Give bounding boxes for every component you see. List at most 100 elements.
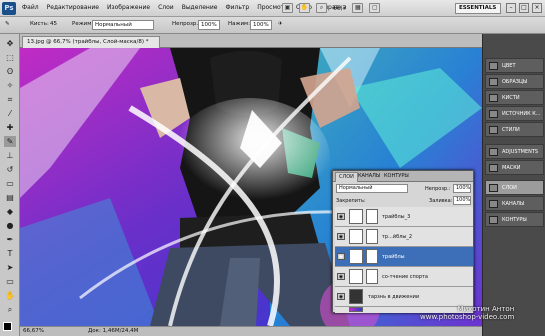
brush-size[interactable]: 45 — [50, 21, 57, 27]
path-select-icon[interactable]: ➤ — [4, 262, 16, 273]
layer-row[interactable]: ◉ тарзнь в движении — [335, 287, 473, 307]
marquee-tool-icon[interactable]: ⬚ — [4, 52, 16, 63]
layer-opacity-input[interactable]: 100% — [453, 184, 471, 193]
type-tool-icon[interactable]: T — [4, 248, 16, 259]
layer-row[interactable]: ◉ трайблы_3 — [335, 207, 473, 227]
airbrush-icon[interactable]: ✈ — [278, 21, 283, 27]
flow-input[interactable]: 100% — [250, 20, 272, 30]
swatches-icon — [489, 78, 498, 86]
blend-mode-select[interactable]: Нормальный — [336, 184, 408, 193]
adjustments-icon — [489, 148, 498, 156]
menu-filter[interactable]: Фильтр — [221, 4, 253, 11]
fill-input[interactable]: 100% — [453, 196, 471, 205]
gradient-tool-icon[interactable]: ▤ — [4, 192, 16, 203]
zoom-tool-icon[interactable]: ⌕ — [4, 304, 16, 315]
tools-panel: ✥ ⬚ ʘ ✧ ⌗ ⁄ ✚ ✎ ⊥ ↺ ▭ ▤ ◆ ● ✒ T ➤ ▭ ✋ ⌕ — [0, 34, 20, 336]
menu-bar: Ps Файл Редактирование Изображение Слои … — [0, 0, 545, 17]
status-zoom[interactable]: 66,67% — [23, 327, 44, 336]
mode-label: Режим: — [72, 21, 94, 27]
healing-tool-icon[interactable]: ✚ — [4, 122, 16, 133]
maximize-icon[interactable]: □ — [519, 3, 529, 13]
layer-mask-thumbnail[interactable] — [366, 269, 378, 284]
layers-panel-tabs: СЛОИ КАНАЛЫ КОНТУРЫ — [333, 171, 473, 182]
zoom-level[interactable]: 66,7 — [333, 5, 346, 12]
dock-clone-source[interactable]: ИСТОЧНИК К... — [485, 106, 544, 121]
layer-thumbnail — [349, 269, 363, 284]
eraser-tool-icon[interactable]: ▭ — [4, 178, 16, 189]
menu-file[interactable]: Файл — [18, 4, 43, 11]
fill-label: Заливка: — [429, 198, 453, 204]
visibility-eye-icon[interactable]: ◉ — [337, 233, 345, 240]
arrange-icon[interactable]: ▦ — [352, 3, 364, 13]
status-doc-size: Док: 1,46М/24,4М — [88, 328, 139, 334]
layer-thumbnail — [349, 249, 363, 264]
menu-edit[interactable]: Редактирование — [43, 4, 103, 11]
layer-row[interactable]: ◉ со-тчение спорта — [335, 267, 473, 287]
document-tab[interactable]: 13.jpg @ 66,7% (трайблы, Слой-маска/8) * — [22, 36, 160, 48]
color-icon — [489, 62, 498, 70]
lasso-tool-icon[interactable]: ʘ — [4, 66, 16, 77]
dock-swatches[interactable]: ОБРАЗЦЫ — [485, 74, 544, 89]
minimize-icon[interactable]: – — [506, 3, 516, 13]
dock-styles[interactable]: СТИЛИ — [485, 122, 544, 137]
dock-channels[interactable]: КАНАЛЫ — [485, 196, 544, 211]
layer-mask-thumbnail[interactable] — [366, 209, 378, 224]
move-tool-icon[interactable]: ✥ — [4, 38, 16, 49]
menu-select[interactable]: Выделение — [178, 4, 222, 11]
brush-tool-icon[interactable]: ✎ — [5, 21, 10, 27]
dock-adjustments[interactable]: ADJUSTMENTS — [485, 144, 544, 159]
tab-channels[interactable]: КАНАЛЫ — [355, 172, 383, 181]
window-controls: – □ × — [506, 3, 542, 13]
panel-dock: ЦВЕТ ОБРАЗЦЫ КИСТИ ИСТОЧНИК К... СТИЛИ A… — [482, 34, 545, 336]
watermark: Михотин Антон www.photoshop-video.com — [420, 305, 514, 321]
brushes-icon — [489, 94, 498, 102]
layer-mask-thumbnail[interactable] — [366, 229, 378, 244]
close-icon[interactable]: × — [532, 3, 542, 13]
layer-row-selected[interactable]: ◉ трайблы — [335, 247, 473, 267]
options-bar: ✎ Кисть: 45 Режим: Нормальный Непрозр.: … — [0, 17, 545, 34]
crop-tool-icon[interactable]: ⌗ — [4, 94, 16, 105]
brush-label: Кисть: — [30, 21, 49, 27]
status-bar: 66,67% Док: 1,46М/24,4М — [20, 326, 482, 336]
visibility-eye-icon[interactable]: ◉ — [337, 273, 345, 280]
opacity-input[interactable]: 100% — [198, 20, 220, 30]
layer-thumbnail — [349, 209, 363, 224]
eyedropper-tool-icon[interactable]: ⁄ — [4, 108, 16, 119]
photoshop-logo: Ps — [2, 2, 16, 15]
dock-paths[interactable]: КОНТУРЫ — [485, 212, 544, 227]
menu-image[interactable]: Изображение — [103, 4, 154, 11]
pen-tool-icon[interactable]: ✒ — [4, 234, 16, 245]
dock-brushes[interactable]: КИСТИ — [485, 90, 544, 105]
screen-mode-icon[interactable]: ▢ — [369, 3, 381, 13]
layer-thumbnail — [349, 307, 363, 312]
layers-icon — [489, 184, 498, 192]
blur-tool-icon[interactable]: ◆ — [4, 206, 16, 217]
quick-select-icon[interactable]: ✧ — [4, 80, 16, 91]
watermark-url: www.photoshop-video.com — [420, 313, 515, 321]
brush-tool-icon[interactable]: ✎ — [4, 136, 16, 147]
shape-tool-icon[interactable]: ▭ — [4, 276, 16, 287]
flow-label: Нажим: — [228, 21, 251, 27]
history-brush-icon[interactable]: ↺ — [4, 164, 16, 175]
dodge-tool-icon[interactable]: ● — [4, 220, 16, 231]
foreground-color-swatch[interactable] — [3, 322, 12, 331]
dock-color[interactable]: ЦВЕТ — [485, 58, 544, 73]
menu-layers[interactable]: Слои — [154, 4, 178, 11]
opacity-label: Непрозр.: — [172, 21, 200, 27]
bridge-icon[interactable]: ▣ — [282, 3, 293, 13]
hand-tool-icon[interactable]: ✋ — [4, 290, 16, 301]
tab-paths[interactable]: КОНТУРЫ — [381, 172, 412, 181]
document-tab-bar: 13.jpg @ 66,7% (трайблы, Слой-маска/8) * — [20, 34, 482, 48]
clone-stamp-icon[interactable]: ⊥ — [4, 150, 16, 161]
zoom-tool-icon[interactable]: ⌕ — [316, 3, 327, 13]
visibility-eye-icon[interactable]: ◉ — [337, 293, 345, 300]
dock-layers[interactable]: СЛОИ — [485, 180, 544, 195]
visibility-eye-icon[interactable]: ◉ — [337, 213, 345, 220]
layer-mask-thumbnail[interactable] — [366, 249, 378, 264]
workspace-switcher[interactable]: ESSENTIALS — [455, 3, 501, 14]
visibility-eye-icon[interactable]: ◉ — [337, 253, 345, 260]
layer-row[interactable]: ◉ тр...йблы_2 — [335, 227, 473, 247]
dock-masks[interactable]: МАСКИ — [485, 160, 544, 175]
mode-select[interactable]: Нормальный — [92, 20, 154, 30]
hand-tool-icon[interactable]: ✋ — [299, 3, 310, 13]
